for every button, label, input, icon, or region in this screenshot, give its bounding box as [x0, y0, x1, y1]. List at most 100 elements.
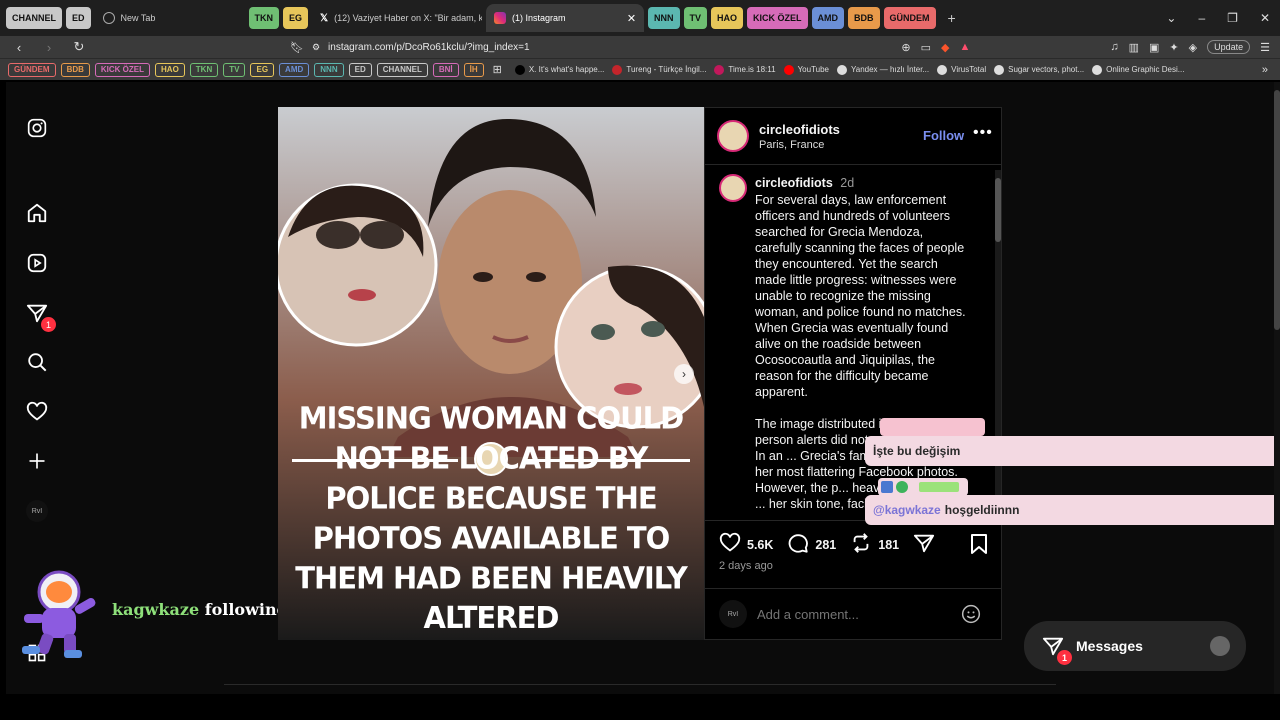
save-bookmark-icon[interactable] [969, 533, 989, 560]
site-info-icon[interactable]: ⚙ [312, 42, 320, 53]
forward-icon[interactable]: › [40, 40, 58, 55]
bookmark-icon[interactable]: 🔖︎ [290, 41, 304, 54]
follow-button[interactable]: Follow [923, 128, 964, 143]
profile-avatar[interactable]: RvI [26, 500, 48, 522]
more-bookmarks-icon[interactable]: » [1262, 64, 1268, 76]
bookmark-folder-kick-özel[interactable]: KICK ÖZEL [94, 62, 151, 77]
vpn-icon[interactable]: ◈ [1189, 41, 1197, 54]
bookmark-link[interactable]: Online Graphic Desi... [1092, 64, 1184, 75]
bookmark-link[interactable]: VirusTotal [937, 64, 987, 75]
tab-title: (12) Vaziyet Haber on X: "Bir adam, k [334, 13, 483, 23]
bookmark-folder-ed[interactable]: ED [348, 62, 372, 77]
sidebar-toggle-icon[interactable]: ▥ [1129, 41, 1139, 54]
bookmark-favicon-icon [937, 64, 948, 75]
bookmark-link[interactable]: YouTube [783, 64, 829, 75]
bookmark-folder-i̇h[interactable]: İH [463, 62, 484, 77]
bookmark-folder-hao[interactable]: HAO [155, 62, 185, 77]
close-tab-icon[interactable]: ✕ [627, 12, 636, 25]
tab-new-tab[interactable]: New Tab [95, 4, 245, 32]
post-header: circleofidiots Paris, France [717, 120, 840, 152]
apps-grid-icon[interactable]: ⊞ [493, 63, 502, 76]
bookmark-link[interactable]: Time.is 18:11 [714, 64, 776, 75]
bookmark-folder-bdb[interactable]: BDB [60, 62, 90, 77]
bookmark-favicon-icon [994, 64, 1005, 75]
reels-icon[interactable] [26, 252, 48, 274]
tab-group-amd[interactable]: AMD [811, 7, 845, 29]
back-icon[interactable]: ‹ [10, 40, 28, 55]
leo-ai-icon[interactable]: ✦ [1169, 41, 1178, 54]
search-icon[interactable] [26, 351, 48, 373]
repost-icon[interactable] [850, 532, 872, 557]
messages-icon: 1 [1042, 635, 1072, 665]
restore-button[interactable]: ❐ [1227, 11, 1238, 25]
bookmark-folder-tv[interactable]: TV [223, 62, 246, 77]
messages-label: Messages [1076, 638, 1143, 654]
page-scrollbar[interactable] [1274, 82, 1280, 694]
bookmark-link-label: VirusTotal [951, 65, 987, 74]
create-plus-icon[interactable] [26, 450, 48, 472]
tab-group-eg[interactable]: EG [283, 7, 309, 29]
bookmark-folder-gündem[interactable]: GÜNDEM [8, 62, 56, 77]
more-options-icon[interactable]: ••• [973, 124, 993, 142]
tab-x-post[interactable]: 𝕏 (12) Vaziyet Haber on X: "Bir adam, k [312, 4, 482, 32]
tab-group-channel[interactable]: CHANNEL [6, 7, 62, 29]
bookmark-folder-amd[interactable]: AMD [279, 62, 310, 77]
author-username[interactable]: circleofidiots [759, 122, 840, 137]
bookmarks-bar: GÜNDEM BDB KICK ÖZEL HAO TKN TV EG AMD NNN ED CHAN… [0, 58, 1280, 80]
minimize-button[interactable]: – [1198, 11, 1205, 25]
emoji-icon[interactable] [961, 604, 981, 629]
bookmark-folder-channel[interactable]: CHANNEL [376, 62, 428, 77]
tab-group-kick-özel[interactable]: KICK ÖZEL [747, 7, 808, 29]
comment-count[interactable]: 281 [815, 538, 836, 552]
zoom-icon[interactable]: ⊕ [901, 41, 910, 54]
tab-group-tv[interactable]: TV [683, 7, 708, 29]
tab-group-hao[interactable]: HAO [711, 7, 744, 29]
url-bar[interactable]: 🔖︎ ⚙ instagram.com/p/DcoRo61kclu/?img_in… [290, 41, 870, 54]
tab-group-gündem[interactable]: GÜNDEM [883, 7, 936, 29]
bookmark-link[interactable]: X. It's what's happe... [514, 64, 604, 75]
author-avatar[interactable] [717, 120, 749, 152]
tab-instagram[interactable]: (1) Instagram ✕ [486, 4, 645, 32]
repost-count[interactable]: 181 [878, 538, 899, 552]
heart-icon[interactable] [26, 401, 48, 423]
new-tab-button[interactable]: + [948, 10, 956, 26]
bookmark-folder-tkn[interactable]: TKN [189, 62, 219, 77]
share-icon[interactable] [913, 532, 935, 557]
home-icon[interactable] [26, 202, 48, 224]
cast-icon[interactable]: ▭ [921, 41, 931, 54]
post-image[interactable]: › MISSING WOMAN COULD NOT BE LOCATED BY … [278, 107, 704, 640]
tab-group-ed[interactable]: ED [66, 7, 91, 29]
comment-icon[interactable] [787, 532, 809, 557]
update-button[interactable]: Update [1207, 40, 1251, 54]
add-comment-input[interactable] [757, 602, 947, 626]
bookmark-folder-nnn[interactable]: NNN [314, 62, 344, 77]
tab-group-nnn[interactable]: NNN [648, 7, 680, 29]
like-heart-icon[interactable] [719, 532, 741, 557]
close-window-button[interactable]: ✕ [1260, 11, 1270, 25]
window-controls: ⌄ – ❐ ✕ [1166, 0, 1280, 36]
chat-message-1-text: İşte bu değişim [873, 444, 961, 458]
bookmark-folder-bni̇[interactable]: BNİ [432, 62, 459, 77]
instagram-logo-icon[interactable] [26, 117, 48, 139]
caption-avatar[interactable] [719, 174, 747, 202]
caption-scrollbar[interactable] [995, 170, 1001, 520]
music-icon[interactable]: ♫ [1110, 41, 1118, 53]
bookmark-folder-eg[interactable]: EG [250, 62, 275, 77]
post-location[interactable]: Paris, France [759, 139, 840, 151]
like-count[interactable]: 5.6K [747, 538, 773, 552]
direct-messages-icon[interactable]: 1 [26, 302, 56, 332]
menu-icon[interactable]: ☰ [1260, 41, 1270, 54]
tab-group-bdb[interactable]: BDB [848, 7, 880, 29]
next-image-button[interactable]: › [674, 364, 694, 384]
bookmark-link[interactable]: Sugar vectors, phot... [994, 64, 1084, 75]
rewards-icon[interactable]: ▲ [959, 41, 970, 53]
messages-button[interactable]: 1 Messages [1024, 621, 1246, 671]
caption-username[interactable]: circleofidiots [755, 176, 833, 190]
chevron-down-icon[interactable]: ⌄ [1166, 11, 1176, 25]
reload-icon[interactable]: ↻ [70, 39, 88, 55]
wallet-icon[interactable]: ▣ [1149, 41, 1159, 54]
bookmark-link[interactable]: Tureng - Türkçe İngil... [612, 64, 706, 75]
tab-group-tkn[interactable]: TKN [248, 7, 280, 29]
bookmark-link[interactable]: Yandex — hızlı İnter... [837, 64, 929, 75]
brave-shield-icon[interactable]: ◆ [941, 41, 949, 54]
